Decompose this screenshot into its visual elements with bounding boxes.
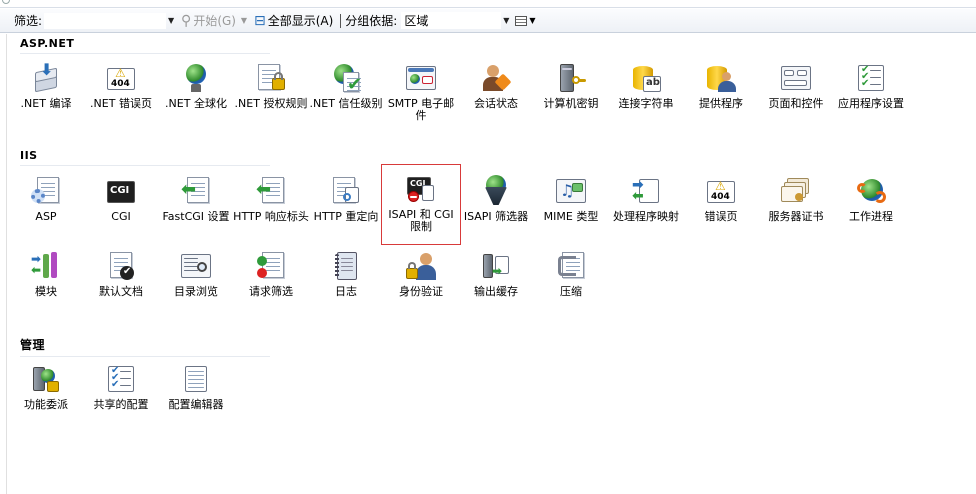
feature-app-settings[interactable]: ✔ ✔ ✔ 应用程序设置 [833, 60, 909, 132]
feature-isapi-filters[interactable]: ISAPI 筛选器 [458, 173, 534, 245]
session-state-icon [479, 62, 513, 96]
http-redirect-icon [329, 175, 363, 209]
feature-http-redirect[interactable]: HTTP 重定向 [308, 173, 384, 245]
feature-configuration-editor[interactable]: 配置编辑器 [158, 361, 234, 433]
net-error-pages-icon: ⚠ 404 [104, 62, 138, 96]
net-globalization-icon [179, 62, 213, 96]
view-mode-button[interactable]: ▼ [515, 15, 536, 26]
feature-net-globalization[interactable]: .NET 全球化 [158, 60, 234, 132]
feature-net-authorization-rules[interactable]: .NET 授权规则 [233, 60, 309, 132]
back-icon [2, 0, 10, 4]
machine-key-icon [554, 62, 588, 96]
feature-mime-types[interactable]: ♫ MIME 类型 [533, 173, 609, 245]
feature-delegation-icon [29, 363, 63, 397]
feature-cgi[interactable]: CGI CGI [83, 173, 159, 245]
feature-net-trust-levels[interactable]: ✔ .NET 信任级别 [308, 60, 384, 132]
feature-authentication[interactable]: 身份验证 [383, 248, 459, 320]
show-all-icon: ⊟ [253, 12, 266, 29]
default-document-icon: ✔ [104, 250, 138, 284]
pages-controls-icon [779, 62, 813, 96]
fastcgi-icon: ⬅ [179, 175, 213, 209]
net-authorization-rules-icon [254, 62, 288, 96]
worker-processes-icon [854, 175, 888, 209]
filter-input[interactable] [44, 12, 167, 29]
filter-label: 筛选: [14, 14, 43, 28]
chevron-down-icon: ▼ [529, 16, 536, 25]
features-view: ASP.NET ⬇ .NET 编译 ⚠ 404 .NET 错误页 .NET 全球… [0, 34, 976, 494]
net-compile-icon: ⬇ [29, 60, 63, 96]
group-by-label: 分组依据: [345, 14, 398, 28]
group-by-dropdown-arrow[interactable]: ▼ [501, 13, 511, 29]
feature-fastcgi[interactable]: ⬅ FastCGI 设置 [158, 173, 234, 245]
feature-feature-delegation[interactable]: 功能委派 [8, 361, 84, 433]
feature-output-caching[interactable]: ➡ 输出缓存 [458, 248, 534, 320]
feature-handler-mappings[interactable]: ➡ ⬅ 处理程序映射 [608, 173, 684, 245]
net-trust-levels-icon: ✔ [329, 62, 363, 96]
shared-configuration-icon: ✔ ✔ ✔ [104, 363, 138, 397]
feature-server-certificates[interactable]: 服务器证书 [758, 173, 834, 245]
group-header-management[interactable]: 管理 [20, 336, 270, 357]
smtp-email-icon [404, 62, 438, 96]
toolbar-separator [340, 13, 342, 28]
mime-types-icon: ♫ [554, 175, 588, 209]
feature-session-state[interactable]: 会话状态 [458, 60, 534, 132]
feature-shared-configuration[interactable]: ✔ ✔ ✔ 共享的配置 [83, 361, 159, 433]
feature-connection-strings[interactable]: ab 连接字符串 [608, 60, 684, 132]
app-settings-icon: ✔ ✔ ✔ [854, 62, 888, 96]
connection-strings-icon: ab [629, 62, 663, 96]
feature-asp[interactable]: ASP [8, 173, 84, 245]
group-header-iis[interactable]: IIS [20, 149, 270, 166]
feature-logging[interactable]: 日志 [308, 248, 384, 320]
feature-compression[interactable]: 压缩 [533, 248, 609, 320]
error-pages-icon: ⚠ 404 [704, 175, 738, 209]
asp-icon [29, 175, 63, 209]
binoculars-icon: ⚲ [181, 12, 192, 29]
feature-error-pages[interactable]: ⚠ 404 错误页 [683, 173, 759, 245]
group-header-aspnet[interactable]: ASP.NET [20, 37, 270, 54]
feature-http-response-headers[interactable]: ⬅ HTTP 响应标头 [233, 173, 309, 245]
window-top-strip [0, 0, 976, 8]
logging-icon [329, 250, 363, 284]
start-dropdown-arrow[interactable]: ▼ [239, 13, 249, 29]
feature-directory-browsing[interactable]: 目录浏览 [158, 248, 234, 320]
isapi-filters-icon [479, 175, 513, 209]
feature-pages-controls[interactable]: 页面和控件 [758, 60, 834, 132]
filter-dropdown-arrow[interactable]: ▼ [166, 13, 176, 29]
feature-net-error-pages[interactable]: ⚠ 404 .NET 错误页 [83, 60, 159, 132]
feature-worker-processes[interactable]: 工作进程 [833, 173, 909, 245]
feature-default-document[interactable]: ✔ 默认文档 [83, 248, 159, 320]
compression-icon [554, 250, 588, 284]
feature-machine-key[interactable]: 计算机密钥 [533, 60, 609, 132]
view-list-icon [515, 15, 528, 26]
isapi-cgi-restrictions-icon: CGI [404, 173, 438, 207]
configuration-editor-icon [179, 363, 213, 397]
filter-toolbar: 筛选: ▼ ⚲ 开始(G) ▼ ⊟ 全部显示(A) 分组依据: 区域 ▼ ▼ [0, 9, 976, 33]
modules-icon: ➡ ⬅ [29, 250, 63, 284]
providers-icon [704, 62, 738, 96]
feature-smtp-email[interactable]: SMTP 电子邮件 [383, 60, 459, 132]
group-by-select[interactable]: 区域 [401, 12, 502, 29]
feature-isapi-cgi-restrictions[interactable]: CGI ISAPI 和 CGI 限制 [381, 164, 461, 245]
show-all-button[interactable]: ⊟ 全部显示(A) [251, 12, 336, 30]
authentication-icon [404, 250, 438, 284]
directory-browsing-icon [179, 250, 213, 284]
request-filtering-icon [254, 250, 288, 284]
left-border [6, 34, 7, 494]
handler-mappings-icon: ➡ ⬅ [629, 175, 663, 209]
start-button[interactable]: ⚲ 开始(G) [178, 12, 239, 30]
server-certificates-icon [779, 175, 813, 209]
feature-request-filtering[interactable]: 请求筛选 [233, 248, 309, 320]
http-response-headers-icon: ⬅ [254, 175, 288, 209]
feature-net-compile[interactable]: ⬇ .NET 编译 [8, 60, 84, 132]
output-caching-icon: ➡ [479, 250, 513, 284]
feature-modules[interactable]: ➡ ⬅ 模块 [8, 248, 84, 320]
cgi-icon: CGI [104, 175, 138, 209]
feature-providers[interactable]: 提供程序 [683, 60, 759, 132]
